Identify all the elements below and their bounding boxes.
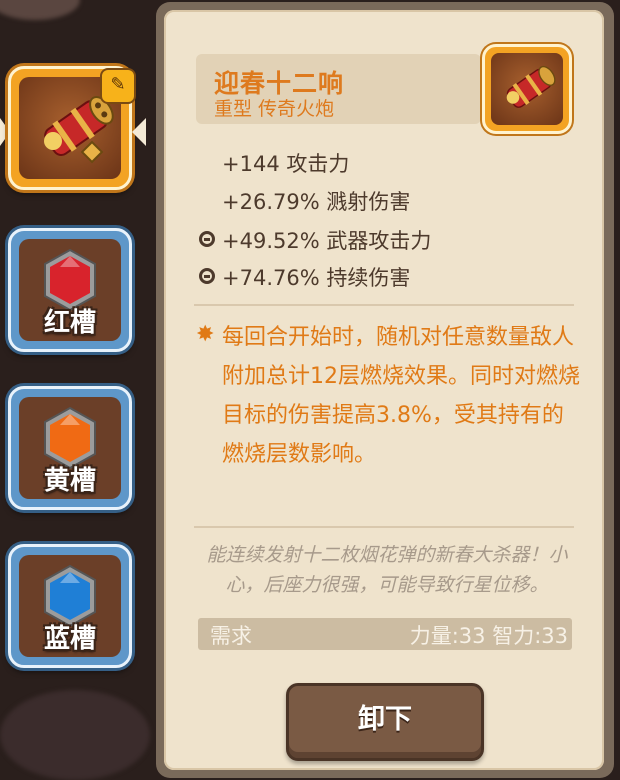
requirement-value: 力量:33 智力:33 — [409, 624, 568, 648]
item-type: 重型 传奇火炮 — [214, 98, 335, 120]
gem-slot-yellow[interactable]: 黄槽 — [8, 386, 132, 510]
unequip-button[interactable]: 卸下 — [286, 683, 484, 761]
lock-icon — [199, 231, 215, 247]
item-flavor-text: 能连续发射十二枚烟花弹的新春大杀器！小心，后座力很强，可能导致行星位移。 — [206, 544, 568, 596]
firework-cannon-icon — [506, 65, 556, 108]
divider — [194, 526, 574, 528]
star-icon: ✸ — [196, 322, 215, 347]
gem-slot-label: 红槽 — [43, 308, 96, 338]
stat-attack: +144 攻击力 — [222, 152, 350, 176]
stat-weapon-attack: +49.52% 武器攻击力 — [222, 229, 432, 253]
selected-slot-arrow-right — [132, 118, 146, 146]
requirement-label: 需求 — [210, 624, 252, 648]
stat-damage-over-time: +74.76% 持续伤害 — [222, 266, 411, 290]
background-decoration — [0, 0, 80, 20]
wrench-icon[interactable]: ✎ — [100, 68, 136, 104]
item-icon-frame — [482, 44, 572, 134]
lock-icon — [199, 268, 215, 284]
gem-slot-blue[interactable]: 蓝槽 — [8, 544, 132, 668]
gem-slot-label: 蓝槽 — [43, 624, 96, 654]
stat-splash-damage: +26.79% 溅射伤害 — [222, 190, 411, 214]
background-decoration — [0, 690, 150, 780]
item-icon-inner — [491, 53, 563, 125]
item-effect-description: 每回合开始时，随机对任意数量敌人附加总计12层燃烧效果。同时对燃烧目标的伤害提高… — [222, 325, 580, 467]
divider — [194, 304, 574, 306]
gem-slot-red[interactable]: 红槽 — [8, 228, 132, 352]
gem-slot-label: 黄槽 — [43, 466, 96, 496]
